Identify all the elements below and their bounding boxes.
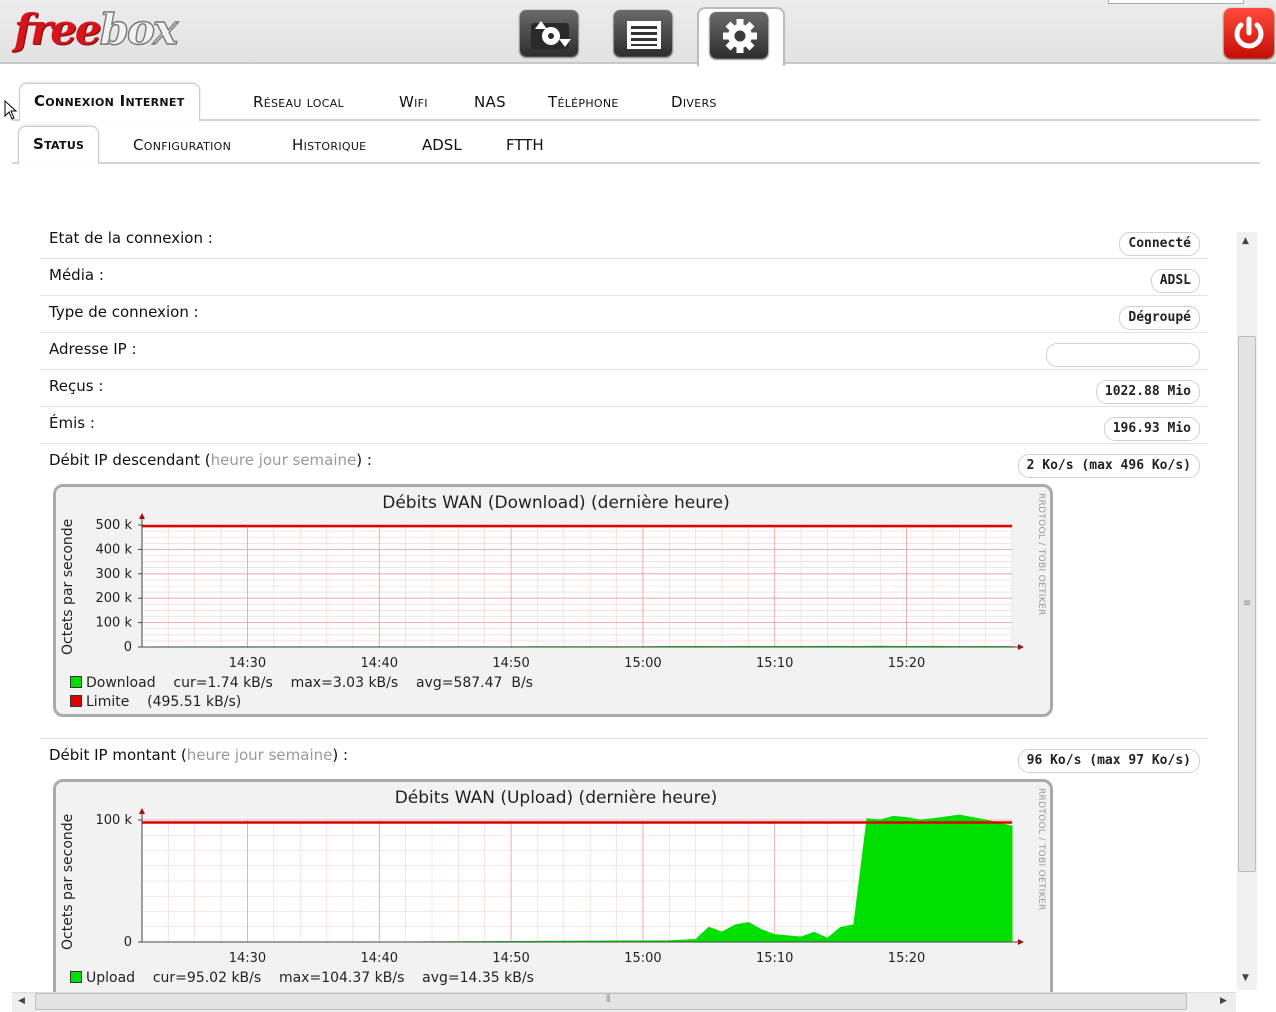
top-input-strip — [1108, 0, 1244, 4]
etat-value: Connecté — [1119, 232, 1200, 256]
list-icon — [627, 21, 661, 49]
ip-label: Adresse IP : — [49, 340, 137, 358]
download-ytick-label: 400 k — [96, 542, 133, 557]
tab-status[interactable]: Status — [18, 126, 100, 165]
power-icon — [1234, 16, 1264, 49]
app-header: freebox — [0, 0, 1276, 66]
upload-xtick-label: 14:40 — [361, 951, 398, 966]
upload-xtick-label: 15:10 — [756, 951, 793, 966]
upload-swatch — [70, 971, 82, 983]
media-label: Média : — [49, 266, 104, 284]
emis-label: Émis : — [49, 414, 95, 432]
upload-graph: Débits WAN (Upload) (dernière heure) Oct… — [53, 779, 1053, 1012]
sub-tabs: Status Configuration Historique ADSL FTT… — [12, 126, 1260, 165]
status-row-etat: Etat de la connexion : Connecté — [40, 222, 1208, 259]
scroll-up-icon[interactable]: ▲ — [1242, 236, 1249, 246]
status-row-recus: Reçus : 1022.88 Mio — [40, 370, 1208, 407]
media-value: ADSL — [1150, 269, 1200, 293]
upload-ytick-label: 0 — [124, 935, 132, 950]
download-ytick-label: 500 k — [96, 518, 133, 533]
upload-xtick-label: 15:20 — [888, 951, 925, 966]
emis-value: 196.93 Mio — [1103, 417, 1200, 441]
status-row-emis: Émis : 196.93 Mio — [40, 407, 1208, 444]
vertical-grip-icon: ≡ — [1243, 598, 1252, 609]
limit-swatch — [70, 695, 82, 707]
download-xtick-label: 14:40 — [361, 656, 398, 671]
recus-label: Reçus : — [49, 377, 104, 395]
download-xtick-label: 15:20 — [888, 656, 925, 671]
tab-nas[interactable]: NAS — [474, 87, 506, 119]
type-value: Dégroupé — [1119, 306, 1200, 330]
download-label: Débit IP descendant (heure jour semaine)… — [49, 451, 372, 469]
download-xtick-label: 14:30 — [229, 656, 266, 671]
upload-xtick-label: 14:50 — [492, 951, 529, 966]
download-graph: Débits WAN (Download) (dernière heure) O… — [53, 484, 1053, 717]
download-ytick-label: 200 k — [96, 591, 133, 606]
horizontal-grip-icon: ⦀ — [606, 994, 611, 1005]
scroll-left-icon[interactable]: ◀ — [18, 996, 25, 1006]
status-row-upload: Débit IP montant (heure jour semaine) : … — [40, 739, 1208, 775]
download-value: 2 Ko/s (max 496 Ko/s) — [1017, 454, 1200, 478]
download-x-axis-arrow — [1018, 644, 1024, 650]
horizontal-scroll-thumb[interactable] — [35, 993, 1187, 1010]
upload-period-links[interactable]: heure jour semaine — [187, 746, 333, 764]
gear-icon — [723, 19, 757, 53]
list-button[interactable] — [614, 10, 672, 56]
upload-download-icon — [531, 21, 571, 49]
recus-value: 1022.88 Mio — [1095, 380, 1200, 404]
download-xtick-label: 15:00 — [624, 656, 661, 671]
power-button[interactable] — [1224, 8, 1274, 58]
settings-button[interactable] — [710, 12, 768, 58]
ip-value — [1046, 343, 1200, 367]
scroll-down-icon[interactable]: ▼ — [1242, 973, 1249, 983]
upload-x-axis-arrow — [1018, 939, 1024, 945]
download-legend-1: Download cur=1.74 kB/s max=3.03 kB/s avg… — [70, 675, 533, 691]
transfers-button[interactable] — [520, 10, 578, 56]
tab-divers[interactable]: Divers — [671, 87, 717, 119]
upload-xtick-label: 14:30 — [229, 951, 266, 966]
download-grid — [141, 524, 1013, 648]
upload-ytick-label: 100 k — [96, 813, 133, 828]
freebox-logo[interactable]: freebox — [14, 4, 179, 56]
download-ytick-label: 300 k — [96, 567, 133, 582]
tab-wifi[interactable]: Wifi — [399, 87, 428, 119]
download-legend-2: Limite (495.51 kB/s) — [70, 694, 241, 710]
download-xtick-label: 15:10 — [756, 656, 793, 671]
tab-reseau-local[interactable]: Réseau local — [253, 87, 344, 119]
download-ytick-label: 100 k — [96, 616, 133, 631]
tab-configuration[interactable]: Configuration — [133, 130, 231, 162]
main-tabs: Connexion Internet Réseau local Wifi NAS… — [12, 83, 1260, 122]
upload-xtick-label: 15:00 — [624, 951, 661, 966]
download-xtick-label: 14:50 — [492, 656, 529, 671]
download-swatch — [70, 676, 82, 688]
upload-legend-1: Upload cur=95.02 kB/s max=104.37 kB/s av… — [70, 970, 534, 986]
mouse-cursor-icon — [4, 100, 18, 120]
upload-value: 96 Ko/s (max 97 Ko/s) — [1017, 749, 1200, 773]
upload-y-axis-arrow — [139, 808, 145, 814]
tab-historique[interactable]: Historique — [292, 130, 366, 162]
settings-tab[interactable] — [697, 7, 785, 66]
scroll-right-icon[interactable]: ▶ — [1220, 996, 1227, 1006]
download-period-links[interactable]: heure jour semaine — [211, 451, 357, 469]
status-row-type: Type de connexion : Dégroupé — [40, 296, 1208, 333]
tab-connexion-internet[interactable]: Connexion Internet — [19, 83, 200, 122]
tab-telephone[interactable]: Téléphone — [548, 87, 619, 119]
download-ytick-label: 0 — [124, 640, 132, 655]
tab-ftth[interactable]: FTTH — [506, 130, 544, 162]
download-y-axis-arrow — [139, 513, 145, 519]
tab-adsl[interactable]: ADSL — [422, 130, 462, 162]
type-label: Type de connexion : — [49, 303, 199, 321]
upload-label: Débit IP montant (heure jour semaine) : — [49, 746, 349, 764]
status-row-media: Média : ADSL — [40, 259, 1208, 296]
etat-label: Etat de la connexion : — [49, 229, 213, 247]
status-row-ip: Adresse IP : — [40, 333, 1208, 370]
